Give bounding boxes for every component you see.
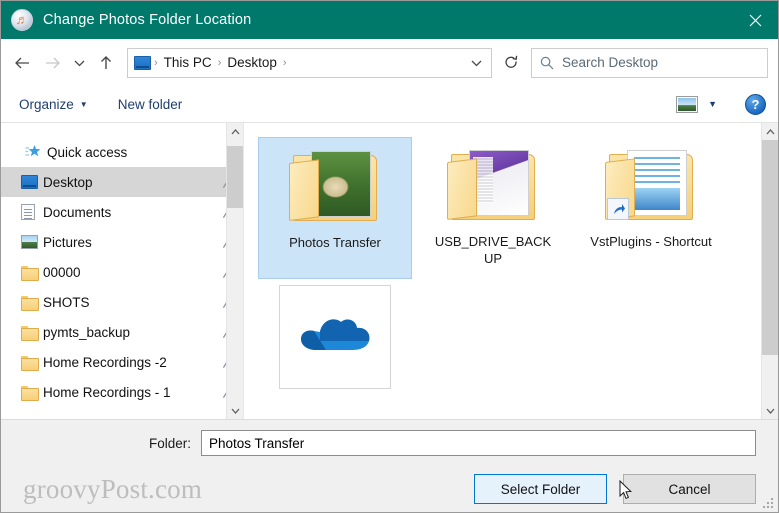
pictures-icon: [21, 235, 43, 249]
sidebar-item-label: Quick access: [47, 144, 128, 160]
sidebar-item-home-recordings-2[interactable]: Home Recordings -2: [1, 347, 243, 377]
sidebar-item-label: pymts_backup: [43, 324, 131, 340]
watermark: groovyPost.com: [23, 473, 203, 504]
search-input[interactable]: Search Desktop: [531, 47, 768, 78]
file-item-photos-transfer[interactable]: Photos Transfer: [258, 137, 412, 279]
desktop-monitor-icon: [21, 175, 43, 189]
address-bar[interactable]: › This PC › Desktop ›: [127, 47, 492, 78]
folder-photo-thumbnail: [283, 138, 387, 234]
search-placeholder: Search Desktop: [562, 55, 659, 70]
sidebar-scroll-thumb[interactable]: [226, 146, 243, 208]
navigation-bar: › This PC › Desktop › Search Desktop: [1, 39, 778, 86]
search-icon: [540, 56, 554, 70]
sidebar-item-label: Home Recordings -2: [43, 354, 167, 370]
onedrive-cloud-icon: [279, 285, 391, 389]
organize-label: Organize: [19, 96, 74, 112]
sidebar-item-documents[interactable]: Documents: [1, 197, 243, 227]
select-folder-button[interactable]: Select Folder: [474, 474, 607, 504]
file-dialog-window: ♬ Change Photos Folder Location › This P…: [0, 0, 779, 513]
file-area-scroll-track[interactable]: [761, 140, 778, 402]
chevron-down-icon: ▼: [79, 99, 88, 109]
recent-locations-button[interactable]: [67, 48, 91, 78]
sidebar-item-label: 00000: [43, 264, 81, 280]
folder-name-input[interactable]: Photos Transfer: [201, 430, 756, 456]
new-folder-button[interactable]: New folder: [118, 97, 183, 112]
sidebar-scroll-track[interactable]: [226, 140, 243, 402]
chevron-down-icon[interactable]: [465, 59, 487, 67]
itunes-music-note-icon: ♬: [11, 9, 33, 31]
documents-icon: [21, 204, 43, 220]
sidebar-scrollbar[interactable]: [226, 123, 243, 419]
window-title: Change Photos Folder Location: [43, 12, 252, 28]
breadcrumb-separator: ›: [282, 56, 287, 69]
folder-screenshot-thumbnail: [441, 137, 545, 233]
sidebar-item-quick-access[interactable]: Quick access: [1, 137, 243, 167]
sidebar-item-label: Pictures: [43, 234, 92, 250]
sidebar-item-desktop[interactable]: Desktop: [1, 167, 243, 197]
folder-field-label: Folder:: [148, 435, 191, 451]
refresh-icon[interactable]: [496, 48, 526, 78]
folder-icon: [21, 325, 43, 341]
button-row: groovyPost.com Select Folder Cancel: [1, 466, 778, 512]
sidebar-item-pictures[interactable]: Pictures: [1, 227, 243, 257]
scroll-down-icon[interactable]: [227, 402, 244, 419]
folder-icon: [21, 355, 43, 371]
cancel-button[interactable]: Cancel: [623, 474, 756, 504]
scroll-up-icon[interactable]: [227, 123, 244, 140]
breadcrumb-this-pc[interactable]: This PC: [161, 55, 215, 70]
file-item-usb-drive-backup[interactable]: USB_DRIVE_BACKUP: [416, 137, 570, 279]
navigation-list: Quick access Desktop Documents Pictures …: [1, 123, 243, 407]
sidebar-item-label: SHOTS: [43, 294, 90, 310]
sidebar-item-pymts-backup[interactable]: pymts_backup: [1, 317, 243, 347]
folder-icon: [21, 385, 43, 401]
file-item-onedrive[interactable]: [258, 285, 412, 419]
title-bar: ♬ Change Photos Folder Location: [1, 1, 778, 39]
scroll-up-icon[interactable]: [762, 123, 779, 140]
breadcrumb-separator: ›: [217, 56, 222, 69]
new-folder-label: New folder: [117, 96, 183, 112]
sidebar-item-00000[interactable]: 00000: [1, 257, 243, 287]
file-grid: Photos Transfer USB_DRIVE_BACKUP VstPlug…: [244, 123, 778, 419]
shortcut-arrow-icon: [607, 198, 629, 220]
up-button[interactable]: [91, 48, 121, 78]
file-list-area[interactable]: Photos Transfer USB_DRIVE_BACKUP VstPlug…: [244, 123, 778, 419]
file-area-scrollbar[interactable]: [761, 123, 778, 419]
command-bar-right: ▼ ?: [676, 93, 766, 115]
file-item-label: USB_DRIVE_BACKUP: [434, 234, 552, 266]
sidebar-item-shots[interactable]: SHOTS: [1, 287, 243, 317]
scroll-down-icon[interactable]: [762, 402, 779, 419]
folder-icon: [21, 265, 43, 281]
file-area-scroll-thumb[interactable]: [761, 140, 778, 355]
this-pc-monitor-icon: [134, 55, 151, 70]
help-circle-icon[interactable]: ?: [745, 93, 766, 115]
sidebar-item-label: Desktop: [43, 174, 93, 190]
file-item-label: VstPlugins - Shortcut: [590, 234, 712, 249]
folder-name-row: Folder: Photos Transfer: [1, 420, 778, 466]
breadcrumb-separator: ›: [154, 56, 158, 69]
folder-document-thumbnail: [599, 137, 703, 233]
breadcrumb-desktop[interactable]: Desktop: [224, 55, 280, 70]
quick-access-star-icon: [25, 144, 47, 160]
close-icon[interactable]: [732, 1, 778, 39]
sidebar-item-label: Documents: [43, 204, 112, 220]
sidebar-item-home-recordings-1[interactable]: Home Recordings - 1: [1, 377, 243, 407]
sidebar-item-label: Home Recordings - 1: [43, 384, 171, 400]
folder-icon: [21, 295, 43, 311]
command-bar: Organize ▼ New folder ▼ ?: [1, 86, 778, 123]
dialog-body: Quick access Desktop Documents Pictures …: [1, 123, 778, 419]
forward-button[interactable]: [37, 48, 67, 78]
chevron-down-icon[interactable]: ▼: [708, 99, 717, 109]
resize-grip[interactable]: [763, 498, 775, 510]
navigation-sidebar: Quick access Desktop Documents Pictures …: [1, 123, 244, 419]
action-buttons: Select Folder Cancel: [474, 474, 756, 504]
file-item-vstplugins-shortcut[interactable]: VstPlugins - Shortcut: [574, 137, 728, 279]
view-mode-picture-icon[interactable]: [676, 95, 699, 113]
file-item-label: Photos Transfer: [285, 234, 385, 251]
dialog-footer: Folder: Photos Transfer groovyPost.com S…: [1, 419, 778, 512]
organize-button[interactable]: Organize ▼: [19, 97, 88, 112]
back-button[interactable]: [7, 48, 37, 78]
